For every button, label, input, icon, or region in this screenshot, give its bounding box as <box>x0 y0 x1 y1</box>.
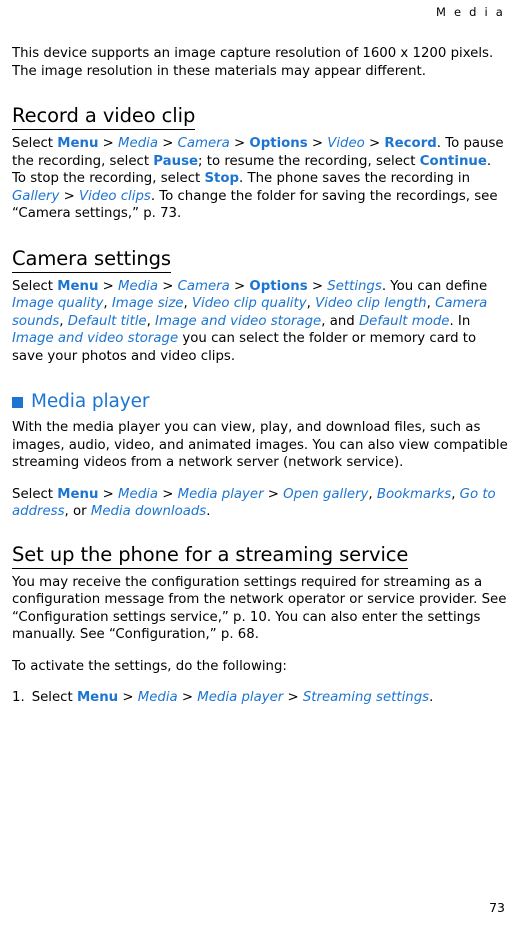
running-head: M e d i a <box>436 5 505 19</box>
video-clips-keyword: Video clips <box>78 188 151 204</box>
media-keyword: Media <box>118 486 158 502</box>
section-heading-camera-settings-wrap: Camera settings <box>12 247 508 273</box>
separator: > <box>263 486 284 502</box>
separator: > <box>157 486 178 502</box>
media-keyword: Media <box>137 690 178 705</box>
text-run: Select <box>12 136 58 151</box>
stop-keyword: Stop <box>204 171 240 186</box>
chapter-heading-media-player-wrap: Media player <box>12 391 508 412</box>
list-item-text: Select Menu > Media > Media player > Str… <box>32 689 434 707</box>
text-run: Select <box>12 278 58 294</box>
page-number: 73 <box>489 900 505 915</box>
pause-keyword: Pause <box>153 153 199 169</box>
continue-keyword: Continue <box>419 153 487 169</box>
media-player-keyword: Media player <box>197 690 284 705</box>
text-run: . The phone saves the recording in <box>239 171 471 186</box>
separator: > <box>157 136 178 151</box>
text-run: , <box>426 296 436 311</box>
image-quality-keyword: Image quality <box>12 296 104 311</box>
record-video-paragraph: Select Menu > Media > Camera > Options >… <box>12 135 508 223</box>
chapter-heading-media-player: Media player <box>31 391 150 412</box>
text-run: . You can define <box>381 278 488 294</box>
video-keyword: Video <box>327 136 365 151</box>
image-and-video-storage-keyword: Image and video storage <box>155 313 322 329</box>
text-run: , <box>183 296 192 311</box>
section-heading-record-video-wrap: Record a video clip <box>12 104 508 130</box>
text-run: Select <box>31 690 77 705</box>
menu-keyword: Menu <box>57 486 99 502</box>
camera-keyword: Camera <box>177 136 230 151</box>
list-item: 1. Select Menu > Media > Media player > S… <box>12 689 508 707</box>
text-run: . <box>429 690 434 705</box>
text-run: , <box>146 313 156 329</box>
text-run: , <box>451 486 460 502</box>
text-run: , and <box>321 313 359 329</box>
list-item-number: 1. <box>12 690 25 705</box>
streaming-steps-list: 1. Select Menu > Media > Media player > S… <box>12 689 508 707</box>
record-keyword: Record <box>384 136 437 151</box>
media-player-paragraph-2: Select Menu > Media > Media player > Ope… <box>12 486 508 521</box>
document-page: M e d i a This device supports an image … <box>0 0 520 925</box>
menu-keyword: Menu <box>76 690 119 705</box>
video-clip-length-keyword: Video clip length <box>315 296 427 311</box>
separator: > <box>177 690 198 705</box>
media-downloads-keyword: Media downloads <box>90 504 207 519</box>
streaming-paragraph-1: You may receive the configuration settin… <box>12 574 507 643</box>
streaming-paragraph-2: To activate the settings, do the followi… <box>12 658 287 674</box>
separator: > <box>283 690 303 705</box>
text-run: ; to resume the recording, select <box>198 153 420 169</box>
media-player-paragraph-1: With the media player you can view, play… <box>12 420 508 470</box>
video-clip-quality-keyword: Video clip quality <box>191 296 307 311</box>
default-title-keyword: Default title <box>67 313 147 329</box>
media-keyword: Media <box>118 278 158 294</box>
separator: > <box>364 136 385 151</box>
separator: > <box>157 278 178 294</box>
text-run: . <box>206 504 211 519</box>
default-mode-keyword: Default mode <box>358 313 450 329</box>
square-bullet-icon <box>12 397 23 408</box>
options-keyword: Options <box>249 278 308 294</box>
media-player-keyword: Media player <box>177 486 264 502</box>
separator: > <box>98 136 119 151</box>
text-run: , <box>368 486 377 502</box>
settings-keyword: Settings <box>327 278 382 294</box>
separator: > <box>307 136 328 151</box>
bookmarks-keyword: Bookmarks <box>376 486 452 502</box>
text-run: , <box>59 313 68 329</box>
text-run: , <box>306 296 316 311</box>
section-heading-streaming-wrap: Set up the phone for a streaming service <box>12 543 508 569</box>
media-keyword: Media <box>118 136 158 151</box>
separator: > <box>229 136 250 151</box>
streaming-settings-keyword: Streaming settings <box>302 690 430 705</box>
intro-paragraph: This device supports an image capture re… <box>12 46 494 79</box>
open-gallery-keyword: Open gallery <box>283 486 369 502</box>
separator: > <box>118 690 138 705</box>
separator: > <box>98 486 119 502</box>
camera-settings-paragraph: Select Menu > Media > Camera > Options >… <box>12 278 508 366</box>
gallery-keyword: Gallery <box>12 188 60 204</box>
options-keyword: Options <box>249 136 308 151</box>
menu-keyword: Menu <box>57 136 99 151</box>
section-heading-streaming: Set up the phone for a streaming service <box>12 543 408 569</box>
text-run: . In <box>449 313 471 329</box>
section-heading-camera-settings: Camera settings <box>12 247 171 273</box>
separator: > <box>307 278 328 294</box>
camera-keyword: Camera <box>177 278 230 294</box>
image-and-video-storage-keyword-2: Image and video storage <box>12 331 179 346</box>
section-heading-record-video: Record a video clip <box>12 104 195 130</box>
menu-keyword: Menu <box>57 278 99 294</box>
text-run: , or <box>64 504 91 519</box>
separator: > <box>59 188 79 204</box>
image-size-keyword: Image size <box>111 296 184 311</box>
text-run: , <box>103 296 112 311</box>
separator: > <box>229 278 250 294</box>
separator: > <box>98 278 119 294</box>
text-run: Select <box>12 486 58 502</box>
